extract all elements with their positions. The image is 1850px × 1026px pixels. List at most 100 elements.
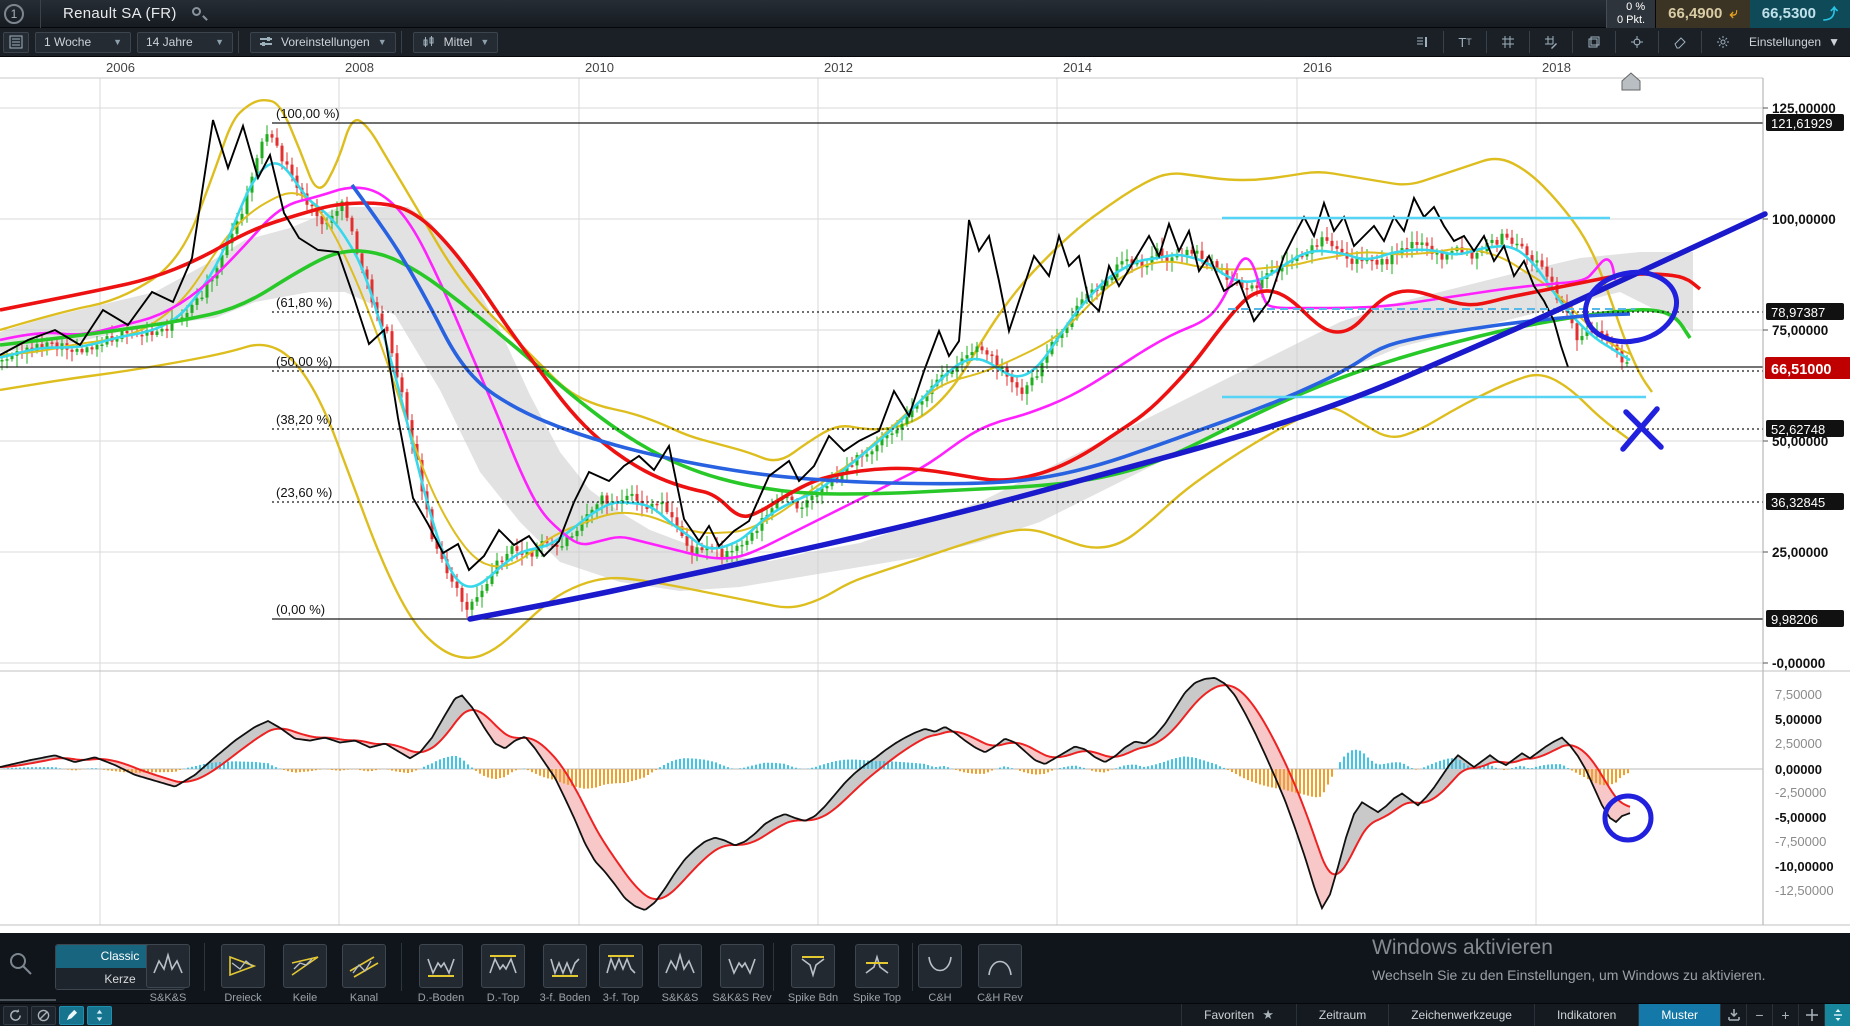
crosshair-icon[interactable] xyxy=(1624,32,1650,52)
pattern-button-cup-rev[interactable] xyxy=(978,944,1022,988)
tab-zeitraum[interactable]: Zeitraum xyxy=(1296,1004,1388,1026)
pattern-button-spike-top[interactable] xyxy=(855,944,899,988)
macd-axis-label: -5,00000 xyxy=(1775,810,1826,825)
macd-axis-label: 5,00000 xyxy=(1775,712,1822,727)
candle-icon xyxy=(422,35,436,49)
instrument-number-icon: 1 xyxy=(4,4,24,24)
fib-value-badge: 52,62748 xyxy=(1771,422,1825,437)
interval-dropdown[interactable]: 1 Woche▼ xyxy=(35,32,131,53)
fib-label: (61,80 %) xyxy=(276,295,332,310)
macd-axis-label: -2,50000 xyxy=(1775,785,1826,800)
ask-value: 66,5300 xyxy=(1762,5,1816,22)
change-points: 0 Pkt. xyxy=(1617,14,1645,27)
no-draw-icon[interactable] xyxy=(31,1006,56,1025)
ask-quote[interactable]: 66,5300 ⤴ xyxy=(1750,0,1850,28)
grid-draw-icon[interactable] xyxy=(1538,32,1564,52)
pattern-button-sks-rev[interactable] xyxy=(720,944,764,988)
pattern-button-spike-bottom[interactable] xyxy=(791,944,835,988)
y-axis-price-label: 25,00000 xyxy=(1772,545,1828,560)
tab-muster[interactable]: Muster xyxy=(1638,1004,1720,1026)
divider xyxy=(912,943,913,991)
tab-zeichenwerkzeuge[interactable]: Zeichenwerkzeuge xyxy=(1388,1004,1534,1026)
pattern-button-wedge[interactable] xyxy=(283,944,327,988)
macd-axis-label: -12,50000 xyxy=(1775,883,1834,898)
star-icon: ★ xyxy=(1262,1007,1274,1023)
divider xyxy=(0,999,56,1001)
pattern-button-double-bottom[interactable] xyxy=(419,944,463,988)
pattern-button-triangle[interactable] xyxy=(221,944,265,988)
zoom-in-icon[interactable]: + xyxy=(1772,1004,1798,1026)
y-axis-price-label: 75,00000 xyxy=(1772,323,1828,338)
chart-type-dropdown[interactable]: Mittel▼ xyxy=(413,32,499,53)
chart-canvas[interactable]: 2006200820102012201420162018(100,00 %)(6… xyxy=(0,57,1850,933)
x-axis-year-label: 2016 xyxy=(1303,60,1332,75)
pencil-icon[interactable] xyxy=(59,1006,84,1025)
divider xyxy=(401,943,402,991)
channel-icon xyxy=(347,949,381,983)
pattern-button-triple-top[interactable] xyxy=(599,944,643,988)
fib-value-badge: 78,97387 xyxy=(1771,305,1825,320)
settings-button[interactable]: Einstellungen▼ xyxy=(1739,35,1850,49)
y-axis-price-label: 100,00000 xyxy=(1772,212,1836,227)
grid-icon[interactable] xyxy=(1495,32,1521,52)
sks-icon xyxy=(151,949,185,983)
pattern-button-sks[interactable] xyxy=(146,944,190,988)
gear-icon[interactable] xyxy=(1710,32,1736,52)
chart-toolbar: 1 Woche▼ 14 Jahre▼ Voreinstellungen▼ Mit… xyxy=(0,28,1850,57)
pattern-button-cup[interactable] xyxy=(918,944,962,988)
tab-indikatoren[interactable]: Indikatoren xyxy=(1534,1004,1638,1026)
panel-layout-icon[interactable] xyxy=(1409,32,1435,52)
wedge-icon xyxy=(288,949,322,983)
search-patterns-icon[interactable] xyxy=(8,951,34,982)
watermark-title: Windows aktivieren xyxy=(1372,936,1766,960)
bid-value: 66,4900 xyxy=(1668,5,1722,22)
refresh-icon[interactable] xyxy=(3,1006,28,1025)
pattern-button-channel[interactable] xyxy=(342,944,386,988)
search-icon[interactable] xyxy=(191,6,207,22)
double-bottom-icon xyxy=(424,949,458,983)
fib-value-badge: 36,32845 xyxy=(1771,495,1825,510)
fit-icon[interactable] xyxy=(1720,1004,1746,1026)
divider xyxy=(40,0,41,28)
tab-favoriten[interactable]: Favoriten★ xyxy=(1181,1004,1296,1026)
x-axis-year-label: 2008 xyxy=(345,60,374,75)
presets-dropdown[interactable]: Voreinstellungen▼ xyxy=(250,32,396,53)
text-tool-icon[interactable]: TT xyxy=(1452,32,1478,52)
sks-icon xyxy=(663,949,697,983)
pattern-button-sks[interactable] xyxy=(658,944,702,988)
arrow-up-icon: ⤴ xyxy=(1823,3,1838,24)
change-percent: 0 % xyxy=(1617,1,1645,14)
fib-label: (0,00 %) xyxy=(276,602,325,617)
crosshair-plus-icon[interactable] xyxy=(1798,1004,1824,1026)
pattern-button-double-top[interactable] xyxy=(481,944,525,988)
y-axis-price-label: 125,00000 xyxy=(1772,101,1836,116)
tab-label: Indikatoren xyxy=(1557,1008,1616,1022)
page-title: Renault SA (FR) xyxy=(63,5,177,22)
layers-icon[interactable] xyxy=(1581,32,1607,52)
sliders-icon xyxy=(259,35,273,49)
x-axis-year-label: 2014 xyxy=(1063,60,1092,75)
scale-icon[interactable] xyxy=(1824,1004,1850,1026)
tab-label: Zeichenwerkzeuge xyxy=(1411,1008,1512,1022)
divider xyxy=(773,943,774,991)
bottom-bar: Favoriten★Zeitraum Zeichenwerkzeuge Indika… xyxy=(0,1003,1850,1026)
divider xyxy=(204,943,205,991)
macd-axis-label: 2,50000 xyxy=(1775,736,1822,751)
spike-top-icon xyxy=(860,949,894,983)
cup-icon xyxy=(923,949,957,983)
legend-list-icon[interactable] xyxy=(3,32,29,53)
tab-label: Muster xyxy=(1661,1008,1698,1022)
sks-rev-icon xyxy=(725,949,759,983)
triangle-icon xyxy=(226,949,260,983)
updown-icon[interactable] xyxy=(87,1006,112,1025)
x-axis-year-label: 2012 xyxy=(824,60,853,75)
range-dropdown[interactable]: 14 Jahre▼ xyxy=(137,32,233,53)
zoom-out-icon[interactable]: − xyxy=(1746,1004,1772,1026)
title-bar: 1 Renault SA (FR) 0 % 0 Pkt. 66,4900⤶ 66… xyxy=(0,0,1850,28)
eraser-icon[interactable] xyxy=(1667,32,1693,52)
x-axis-year-label: 2018 xyxy=(1542,60,1571,75)
bid-quote[interactable]: 66,4900⤶ xyxy=(1655,0,1750,28)
pattern-button-triple-bottom[interactable] xyxy=(543,944,587,988)
windows-watermark: Windows aktivieren Wechseln Sie zu den E… xyxy=(1372,936,1766,983)
y-axis-price-label: -0,00000 xyxy=(1772,656,1825,671)
